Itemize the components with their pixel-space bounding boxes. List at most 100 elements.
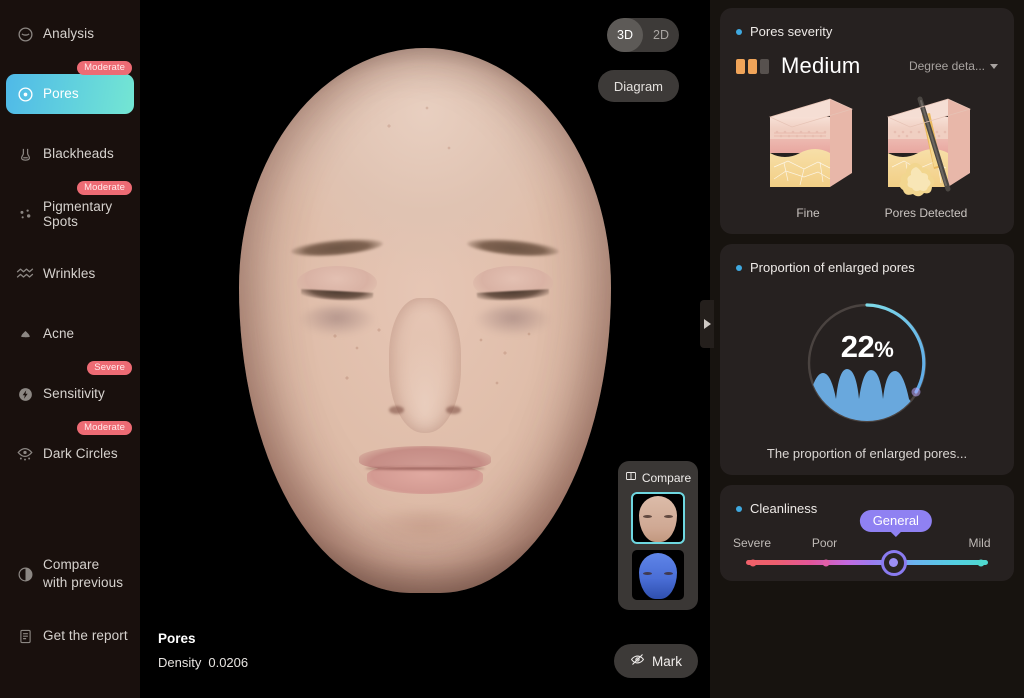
status-badge: Severe <box>87 361 132 375</box>
sidebar-item-label: Sensitivity <box>43 386 105 402</box>
illustration-caption: Fine <box>796 206 820 220</box>
chevron-down-icon <box>990 63 998 69</box>
sidebar-item-pores[interactable]: Moderate Pores <box>6 61 134 114</box>
card-title: Proportion of enlarged pores <box>736 260 998 275</box>
sidebar: Analysis Moderate Pores Blackheads Moder… <box>0 0 140 698</box>
sidebar-item-label: Get the report <box>43 628 128 644</box>
sidebar-item-label: Blackheads <box>43 146 114 162</box>
compare-panel: Compare <box>618 461 698 610</box>
caption-metric-label: Density <box>158 655 202 670</box>
status-badge: Moderate <box>77 421 132 435</box>
illustration-caption: Pores Detected <box>884 206 968 220</box>
face-viewer[interactable]: 3D 2D Diagram Pores Density 0.0206 Compar… <box>140 0 710 698</box>
pigmentary-spots-icon <box>16 205 34 223</box>
sidebar-item-dark-circles[interactable]: Moderate Dark Circles <box>6 421 134 474</box>
proportion-title: Proportion of enlarged pores <box>750 260 915 275</box>
pores-detected-skin-svg <box>887 96 971 197</box>
proportion-gauge: 22% The proportion of enlarged pores... <box>736 289 998 461</box>
track-tick-poor <box>822 559 830 566</box>
pores-severity-title: Pores severity <box>750 24 833 39</box>
severity-bars <box>736 58 769 74</box>
sidebar-item-label: Compare with previous <box>43 556 123 591</box>
donut-percent-symbol: % <box>874 337 894 362</box>
scale-label-severe: Severe <box>732 536 772 550</box>
compare-header: Compare <box>625 470 691 485</box>
thumbnail-face <box>639 496 677 542</box>
sidebar-item-wrinkles[interactable]: Wrinkles <box>6 254 134 294</box>
compare-title: Compare <box>641 470 692 485</box>
cleanliness-slider-knob[interactable] <box>880 549 907 576</box>
degree-details-label: Degree deta... <box>908 59 985 73</box>
proportion-description: The proportion of enlarged pores... <box>766 446 968 461</box>
pores-icon <box>16 85 34 103</box>
status-badge: Moderate <box>77 61 132 75</box>
sidebar-item-label: Wrinkles <box>43 266 96 282</box>
severity-level: Medium <box>781 53 861 78</box>
dark-circles-icon <box>16 445 34 463</box>
sidebar-item-label: Analysis <box>43 26 95 42</box>
sidebar-item-label: Pigmentary Spots <box>43 198 113 229</box>
severity-row: Medium Degree deta... <box>736 53 998 79</box>
contrast-icon <box>16 565 34 583</box>
proportion-of-enlarged-pores-card: Proportion of enlarged pores 22% The pro… <box>720 244 1014 475</box>
scale-label-mild: Mild <box>968 536 991 550</box>
fine-skin-svg <box>769 98 853 187</box>
sidebar-item-label: Pores <box>43 86 79 102</box>
thumbnail-eye-right <box>663 572 673 575</box>
sidebar-item-sensitivity[interactable]: Severe Sensitivity <box>6 361 134 414</box>
severity-bar-1 <box>736 58 745 74</box>
caption-title: Pores <box>158 631 196 646</box>
sidebar-item-analysis[interactable]: Analysis <box>6 14 134 54</box>
report-icon <box>16 627 34 645</box>
pores-detected-skin-diagram: Pores Detected <box>876 93 976 220</box>
cleanliness-selected-bubble: General <box>859 510 932 532</box>
bullet-dot-icon <box>736 28 742 35</box>
sidebar-item-acne[interactable]: Acne <box>6 314 134 354</box>
acne-icon <box>16 325 34 343</box>
donut-value: 22% <box>797 329 937 365</box>
caption-metric-value: 0.0206 <box>208 655 249 670</box>
status-badge: Moderate <box>77 181 132 195</box>
sidebar-item-get-the-report[interactable]: Get the report <box>6 616 134 656</box>
track-tick-severe <box>749 559 757 566</box>
cleanliness-track[interactable] <box>746 549 988 576</box>
degree-details-dropdown[interactable]: Degree deta... <box>909 59 998 73</box>
thumbnail-face-uv <box>639 553 677 599</box>
bullet-dot-icon <box>736 264 742 271</box>
severity-bar-2 <box>748 58 757 74</box>
rgb-thumbnail[interactable] <box>631 492 685 544</box>
cleanliness-scale-labels: Severe Poor Mild <box>733 536 992 552</box>
sidebar-item-pigmentary-spots[interactable]: Moderate Pigmentary Spots <box>6 181 134 234</box>
diagram-button[interactable]: Diagram <box>597 70 679 102</box>
collapse-panel-handle[interactable] <box>700 300 714 348</box>
sensitivity-icon <box>16 385 34 403</box>
sidebar-item-label: Dark Circles <box>43 446 118 462</box>
eye-off-icon <box>630 652 645 670</box>
compare-label-line1: Compare <box>43 557 100 573</box>
donut-chart: 22% <box>797 293 937 433</box>
cleanliness-card: Cleanliness Severe Poor Mild General <box>720 485 1014 581</box>
sidebar-item-blackheads[interactable]: Blackheads <box>6 134 134 174</box>
mark-button[interactable]: Mark <box>614 644 698 678</box>
donut-value-number: 22 <box>840 329 875 364</box>
wrinkles-icon <box>16 265 34 283</box>
mark-button-label: Mark <box>652 653 682 669</box>
pores-severity-card: Pores severity Medium Degree deta... Fin… <box>720 8 1014 234</box>
view-mode-3d[interactable]: 3D <box>607 18 643 52</box>
view-mode-toggle[interactable]: 3D 2D <box>607 18 679 52</box>
cleanliness-slider[interactable]: Severe Poor Mild General <box>733 510 998 576</box>
analysis-icon <box>16 25 34 43</box>
sidebar-item-label: Acne <box>43 326 75 342</box>
skin-illustrations: Fine Pores Detected <box>736 93 998 220</box>
scale-label-poor: Poor <box>811 536 838 550</box>
knob-center-dot <box>889 558 899 567</box>
face-3d-model[interactable] <box>239 48 611 608</box>
sidebar-item-compare-with-previous[interactable]: Compare with previous <box>6 552 134 596</box>
uv-thumbnail[interactable] <box>632 550 684 600</box>
blackheads-icon <box>16 145 34 163</box>
fine-skin-diagram: Fine <box>758 93 858 220</box>
viewer-caption: Pores Density 0.0206 <box>158 631 248 670</box>
cleanliness-title: Cleanliness <box>750 501 818 516</box>
view-mode-2d[interactable]: 2D <box>643 18 679 52</box>
